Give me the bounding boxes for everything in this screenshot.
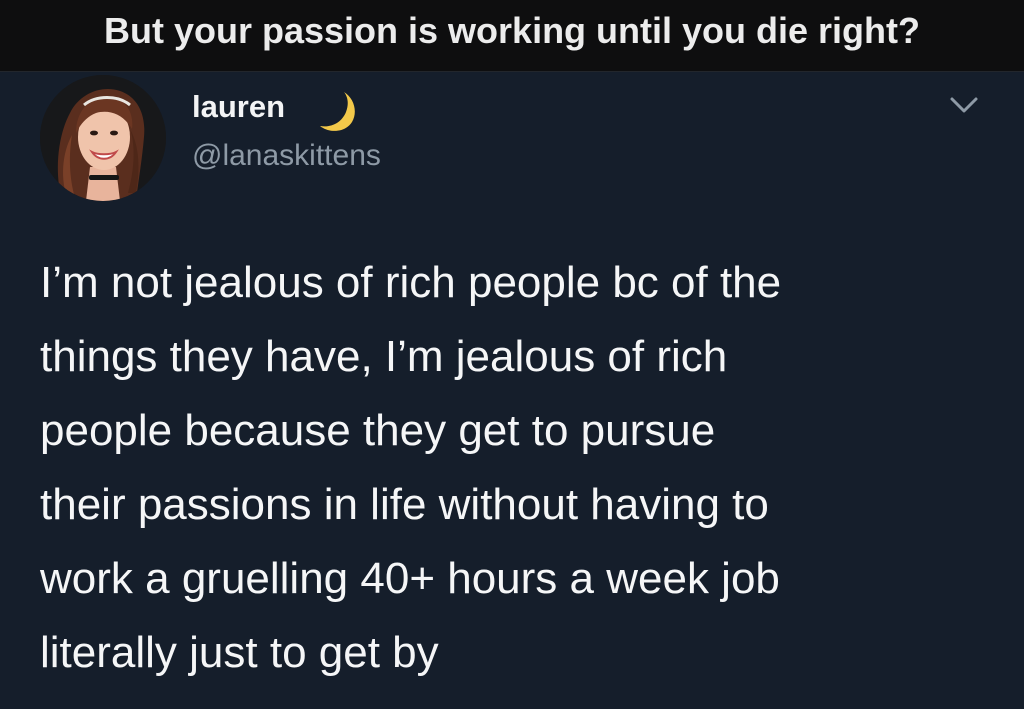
tweet-text: I’m not jealous of rich people bc of the… xyxy=(40,258,782,677)
avatar[interactable] xyxy=(40,75,166,201)
meme-caption-bar: But your passion is working until you di… xyxy=(0,0,1024,72)
meme-caption: But your passion is working until you di… xyxy=(103,10,921,51)
display-name[interactable]: lauren xyxy=(192,88,285,126)
tweet-card: lauren @lanaskittens I’m not jealous of … xyxy=(0,72,1024,709)
chevron-down-icon[interactable] xyxy=(948,94,980,116)
user-handle[interactable]: @lanaskittens xyxy=(192,138,381,174)
screenshot-page: But your passion is working until you di… xyxy=(0,0,1024,709)
crescent-moon-icon xyxy=(320,92,355,131)
avatar-photo xyxy=(40,75,166,201)
